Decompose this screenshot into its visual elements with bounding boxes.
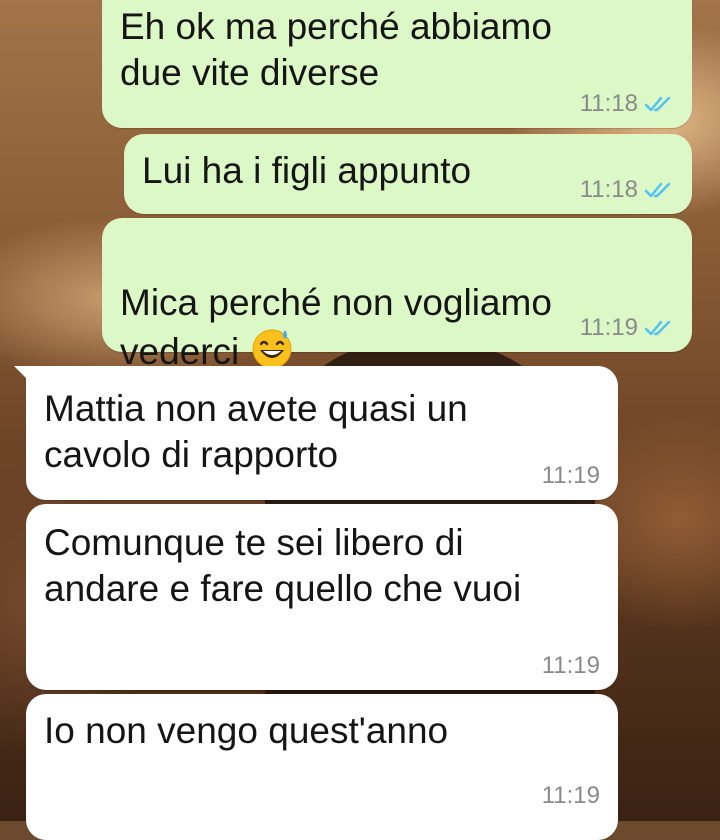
message-bubble-outgoing[interactable]: Mica perché non vogliamo vederci 11:19 <box>102 218 692 372</box>
double-check-read-icon <box>644 96 671 112</box>
message-text: Io non vengo quest'anno <box>44 710 449 751</box>
message-time: 11:18 <box>579 176 638 203</box>
message-meta: 11:18 <box>580 176 674 204</box>
message-meta: 11:19 <box>542 782 600 810</box>
double-check-read-icon <box>644 182 671 198</box>
bubble-tail <box>14 366 32 384</box>
message-bubble-outgoing[interactable]: Eh ok ma perché abbiamo due vite diverse… <box>102 0 692 128</box>
message-text: Eh ok ma perché abbiamo due vite diverse <box>120 6 552 93</box>
message-bubble-outgoing[interactable]: Lui ha i figli appunto 11:18 <box>124 134 692 214</box>
message-bubble-incoming[interactable]: Comunque te sei libero di andare e fare … <box>26 504 618 690</box>
message-meta: 11:19 <box>542 652 600 680</box>
message-time: 11:19 <box>541 462 600 489</box>
message-text-content: Mica perché non vogliamo vederci <box>120 282 552 372</box>
message-time: 11:18 <box>579 90 638 117</box>
message-time: 11:19 <box>541 652 600 679</box>
message-bubble-incoming[interactable]: Io non vengo quest'anno 11:19 <box>26 694 618 840</box>
chat-messages[interactable]: Eh ok ma perché abbiamo due vite diverse… <box>0 0 720 840</box>
message-bubble-incoming[interactable]: Mattia non avete quasi un cavolo di rapp… <box>14 366 618 500</box>
message-text: Comunque te sei libero di andare e fare … <box>44 522 522 609</box>
double-check-read-icon <box>644 320 671 336</box>
message-time: 11:19 <box>541 782 600 809</box>
message-meta: 11:18 <box>580 90 674 118</box>
message-meta: 11:19 <box>542 462 600 490</box>
grinning-face-with-sweat-icon <box>252 329 292 369</box>
message-meta: 11:19 <box>580 314 674 342</box>
message-text: Lui ha i figli appunto <box>142 150 472 191</box>
message-time: 11:19 <box>579 314 638 341</box>
message-text: Mattia non avete quasi un cavolo di rapp… <box>44 388 468 475</box>
message-text: Mica perché non vogliamo vederci <box>120 234 552 375</box>
